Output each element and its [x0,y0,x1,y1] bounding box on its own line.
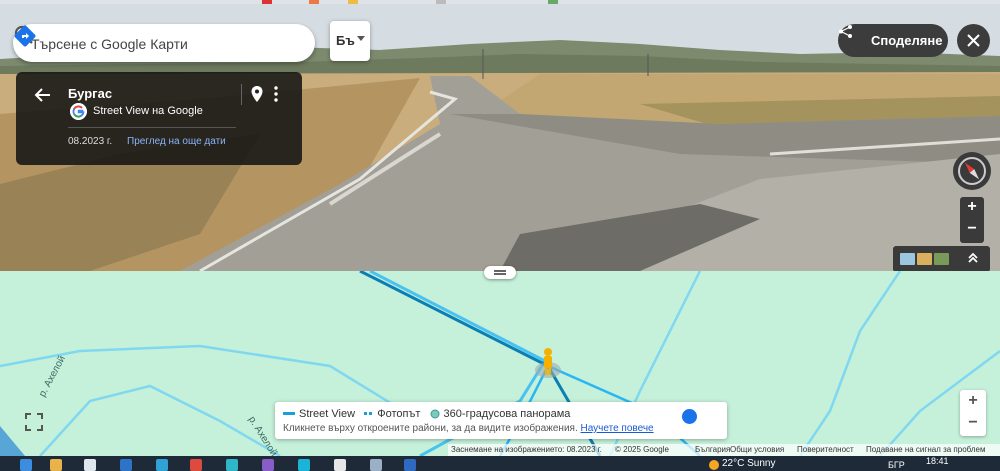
search-input[interactable] [31,34,231,54]
street-view-source: Street View на Google [93,105,203,117]
chrome-icon[interactable] [334,459,346,471]
capture-date: 08.2023 г. [68,136,113,147]
legend-hint-row: Кликнете върху откроените райони, за да … [283,423,654,434]
street-view-line-icon [283,412,295,416]
more-options-icon[interactable] [271,85,281,103]
privacy-link[interactable]: Поверителност [797,445,854,454]
map-zoom-control: + − [960,390,986,436]
chevron-up-icon[interactable] [967,252,979,264]
close-button[interactable] [957,24,990,57]
terms-link[interactable]: Общи условия [730,445,784,454]
panorama-dot-icon [430,409,440,419]
weather-text[interactable]: 22°C Sunny [722,458,775,469]
copyright: © 2025 Google [615,445,669,454]
capture-date-credit: Заснемане на изображението: 08.2023 г. [451,445,602,454]
compass-icon [958,157,986,185]
chevron-down-icon [357,36,365,41]
street-view-toggle[interactable] [682,409,697,424]
google-maps-street-view: Бъ Споделяне Бургас [0,0,1000,471]
zoom-in-button[interactable]: + [960,198,984,216]
search-box [13,24,315,62]
expand-icon[interactable] [24,412,44,432]
divider [241,84,242,105]
layers-label: Бъ [336,33,355,48]
see-more-dates-link[interactable]: Преглед на още дати [127,136,226,147]
imagery-thumbnails [893,246,990,271]
divider [68,127,236,128]
calculator-icon[interactable] [370,459,382,471]
legend-panorama: 360-градусова панорама [443,408,571,420]
street-view-panorama[interactable]: Бъ Споделяне Бургас [0,4,1000,271]
google-logo-icon [70,103,87,120]
app-icon[interactable] [226,459,238,471]
viber-icon[interactable] [262,459,274,471]
legend-street-view: Street View [299,408,356,420]
legend-hint: Кликнете върху откроените райони, за да … [283,423,578,434]
directions-icon[interactable] [13,24,37,48]
legend-row: Street View Фотопът 360-градусова панора… [283,408,570,420]
chrome-icon[interactable] [190,459,202,471]
panorama-zoom-control: + − [960,197,984,243]
app-icon[interactable] [404,459,416,471]
photo-path-icon [364,412,373,416]
map-credits: Заснемане на изображението: 08.2023 г. ©… [448,444,1000,456]
windows-taskbar: 22°C Sunny БГР 18:41 [0,456,1000,471]
resize-handle[interactable] [484,266,516,279]
zoom-in-button[interactable]: + [960,392,986,410]
app-icon[interactable] [298,459,310,471]
edge-icon[interactable] [156,459,168,471]
street-view-legend: Street View Фотопът 360-градусова панора… [275,402,727,439]
share-icon [839,25,852,38]
compass-button[interactable] [953,152,991,190]
layers-language-button[interactable]: Бъ [330,21,370,61]
country-link[interactable]: България [695,445,730,454]
learn-more-link[interactable]: Научете повече [581,423,654,434]
location-title: Бургас [68,86,113,101]
thumbnail-1[interactable] [900,253,915,265]
legend-photo-path: Фотопът [377,408,421,420]
location-pin-icon[interactable] [250,85,264,103]
thumbnail-2[interactable] [917,253,932,265]
share-button[interactable]: Споделяне [838,24,948,57]
browser-top-edge [0,0,1000,4]
weather-icon [709,460,719,470]
pegman-icon[interactable] [540,347,556,377]
street-view-info-panel: Бургас Street View на Google 08.2023 г. … [16,72,302,165]
back-arrow-icon[interactable] [34,87,52,103]
clock[interactable]: 18:41 [926,456,949,466]
store-icon[interactable] [84,459,96,471]
zoom-out-button[interactable]: − [960,414,986,432]
outlook-icon[interactable] [120,459,132,471]
thumbnail-3[interactable] [934,253,949,265]
report-problem-link[interactable]: Подаване на сигнал за проблем [866,445,985,454]
language-indicator[interactable]: БГР [888,460,905,470]
share-label: Споделяне [871,33,943,48]
file-explorer-icon[interactable] [50,459,62,471]
close-icon [967,34,980,47]
start-icon[interactable] [20,459,32,471]
zoom-out-button[interactable]: − [960,220,984,238]
